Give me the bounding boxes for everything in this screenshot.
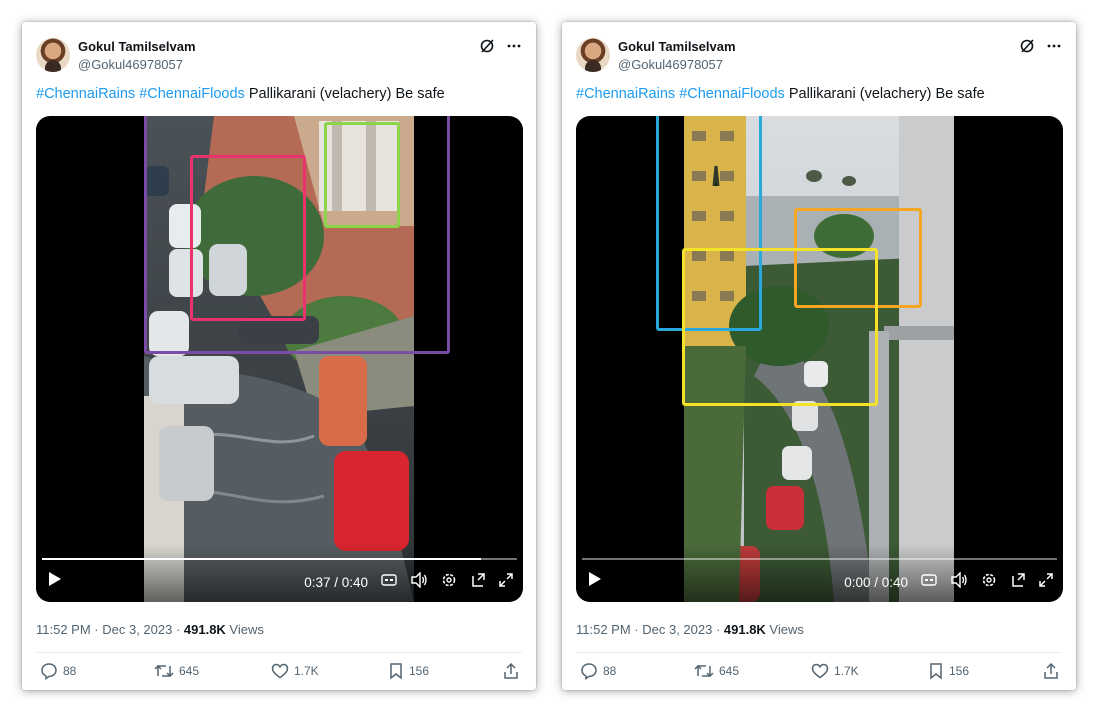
volume-icon[interactable] <box>410 571 428 593</box>
bookmark-icon <box>930 663 942 680</box>
volume-icon[interactable] <box>950 571 968 593</box>
views-label: Views <box>225 622 264 637</box>
captions-icon[interactable] <box>381 573 397 592</box>
action-bar: 88 645 1.7K 156 <box>576 662 1062 684</box>
popout-icon[interactable] <box>1010 572 1026 593</box>
video-player[interactable]: 0:00 / 0:40 <box>576 116 1063 602</box>
highlight-box-pink <box>190 155 306 321</box>
view-count: 491.8K <box>723 622 766 637</box>
gear-icon[interactable] <box>981 572 997 593</box>
progress-fill <box>42 558 482 560</box>
avatar[interactable] <box>576 38 610 72</box>
like-count: 1.7K <box>834 664 859 678</box>
tweet-card-right: Gokul Tamilselvam @Gokul46978057 #Chenna… <box>562 22 1076 690</box>
tweet-text: #ChennaiRains #ChennaiFloods Pallikarani… <box>36 86 445 102</box>
fullscreen-icon[interactable] <box>1039 573 1053 592</box>
play-icon[interactable] <box>588 571 602 592</box>
video-player[interactable]: 0:37 / 0:40 <box>36 116 523 602</box>
like-button[interactable]: 1.7K <box>271 662 319 680</box>
play-icon[interactable] <box>48 571 62 592</box>
display-name[interactable]: Gokul Tamilselvam <box>78 39 196 54</box>
grok-icon[interactable] <box>479 38 495 59</box>
share-button[interactable] <box>502 662 520 680</box>
reply-count: 88 <box>603 664 617 678</box>
view-count: 491.8K <box>183 622 226 637</box>
retweet-button[interactable]: 645 <box>154 662 199 680</box>
hashtag-link[interactable]: #ChennaiRains <box>36 86 135 102</box>
like-button[interactable]: 1.7K <box>811 662 859 680</box>
video-controls: 0:37 / 0:40 <box>36 544 523 602</box>
divider <box>576 652 1062 653</box>
retweet-count: 645 <box>179 664 200 678</box>
tweet-text: #ChennaiRains #ChennaiFloods Pallikarani… <box>576 86 985 102</box>
heart-icon <box>271 663 289 679</box>
user-handle[interactable]: @Gokul46978057 <box>78 57 183 72</box>
retweet-button[interactable]: 645 <box>694 662 739 680</box>
more-horizontal-icon[interactable] <box>1046 38 1062 59</box>
bookmark-icon <box>390 663 402 680</box>
reply-icon <box>41 663 57 680</box>
share-button[interactable] <box>1042 662 1060 680</box>
fullscreen-icon[interactable] <box>499 573 513 592</box>
tweet-body: Pallikarani (velachery) Be safe <box>788 86 985 102</box>
avatar[interactable] <box>36 38 70 72</box>
heart-icon <box>811 663 829 679</box>
gear-icon[interactable] <box>441 572 457 593</box>
reply-icon <box>581 663 597 680</box>
video-timecode: 0:00 / 0:40 <box>844 575 908 590</box>
share-icon <box>504 662 518 679</box>
hashtag-link[interactable]: #ChennaiFloods <box>679 86 785 102</box>
grok-icon[interactable] <box>1019 38 1035 59</box>
video-controls: 0:00 / 0:40 <box>576 544 1063 602</box>
popout-icon[interactable] <box>470 572 486 593</box>
more-horizontal-icon[interactable] <box>506 38 522 59</box>
like-count: 1.7K <box>294 664 319 678</box>
video-timecode: 0:37 / 0:40 <box>304 575 368 590</box>
post-timestamp[interactable]: 11:52 PM · Dec 3, 2023 · <box>576 622 724 637</box>
views-label: Views <box>765 622 804 637</box>
post-metadata: 11:52 PM · Dec 3, 2023 · 491.8K Views <box>36 622 264 637</box>
tweet-body: Pallikarani (velachery) Be safe <box>248 86 445 102</box>
progress-bar[interactable] <box>42 558 517 560</box>
bookmark-button[interactable]: 156 <box>928 662 969 680</box>
reply-button[interactable]: 88 <box>40 662 76 680</box>
post-timestamp[interactable]: 11:52 PM · Dec 3, 2023 · <box>36 622 184 637</box>
post-metadata: 11:52 PM · Dec 3, 2023 · 491.8K Views <box>576 622 804 637</box>
user-handle[interactable]: @Gokul46978057 <box>618 57 723 72</box>
hashtag-link[interactable]: #ChennaiRains <box>576 86 675 102</box>
highlight-box-yellow <box>682 248 878 406</box>
reply-button[interactable]: 88 <box>580 662 616 680</box>
action-bar: 88 645 1.7K 156 <box>36 662 522 684</box>
tweet-card-left: Gokul Tamilselvam @Gokul46978057 #Chenna… <box>22 22 536 690</box>
highlight-box-green <box>324 122 400 228</box>
bookmark-count: 156 <box>409 664 430 678</box>
captions-icon[interactable] <box>921 573 937 592</box>
hashtag-link[interactable]: #ChennaiFloods <box>139 86 245 102</box>
bookmark-count: 156 <box>949 664 970 678</box>
share-icon <box>1044 662 1058 679</box>
retweet-count: 645 <box>719 664 740 678</box>
divider <box>36 652 522 653</box>
progress-bar[interactable] <box>582 558 1057 560</box>
bookmark-button[interactable]: 156 <box>388 662 429 680</box>
reply-count: 88 <box>63 664 77 678</box>
display-name[interactable]: Gokul Tamilselvam <box>618 39 736 54</box>
retweet-icon <box>694 664 714 678</box>
retweet-icon <box>154 664 174 678</box>
